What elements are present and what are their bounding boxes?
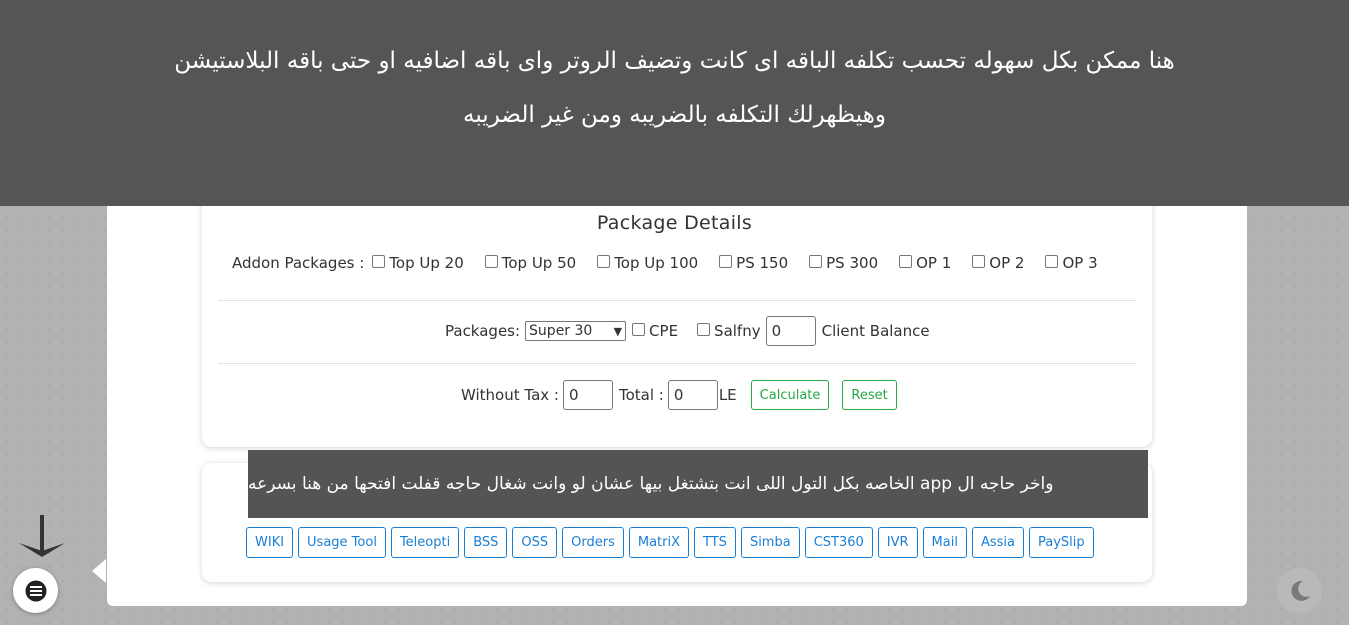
addon-op-1[interactable]: OP 1 (899, 254, 951, 272)
help-banner: هنا ممكن بكل سهوله تحسب تكلفه الباقه اى … (0, 0, 1349, 206)
tool-button-usage-tool[interactable]: Usage Tool (298, 527, 386, 558)
tool-button-simba[interactable]: Simba (740, 527, 800, 558)
cpe-label: CPE (649, 322, 679, 340)
tool-button-wiki[interactable]: WIKI (246, 527, 294, 558)
addon-ps-150[interactable]: PS 150 (719, 254, 788, 272)
tool-button-orders[interactable]: Orders (562, 527, 624, 558)
addon-top-up-20[interactable]: Top Up 20 (372, 254, 464, 272)
tool-button-assia[interactable]: Assia (971, 527, 1024, 558)
tool-button-payslip[interactable]: PaySlip (1028, 527, 1094, 558)
without-tax-input[interactable]: 0 (562, 380, 613, 410)
tools-row: WIKI Usage Tool Teleopti BSS OSS Orders … (246, 527, 1099, 558)
tool-button-matrix[interactable]: MatriX (628, 527, 690, 558)
tool-button-oss[interactable]: OSS (512, 527, 558, 558)
without-tax-label: Without Tax : (461, 386, 559, 404)
salfny-label: Salfny (714, 322, 761, 340)
tool-button-cst360[interactable]: CST360 (804, 527, 873, 558)
cpe-checkbox[interactable] (632, 322, 646, 336)
tools-tooltip: واخر حاجه ال app الخاصه بكل التول اللى ا… (248, 450, 1148, 518)
package-select[interactable]: Super 30 ▼ (525, 321, 627, 341)
theme-toggle-button[interactable] (1277, 568, 1322, 613)
client-balance-input[interactable]: 0 (765, 316, 816, 346)
tax-row: Without Tax : 0 Total : 0 LE Calculate R… (461, 380, 897, 410)
checkbox[interactable] (484, 254, 498, 268)
reset-button[interactable]: Reset (842, 380, 897, 410)
client-balance-label: Client Balance (821, 322, 930, 340)
currency-label: LE (718, 386, 737, 404)
addon-op-3[interactable]: OP 3 (1045, 254, 1098, 272)
menu-icon (25, 580, 46, 601)
checkbox[interactable] (899, 254, 913, 268)
checkbox[interactable] (719, 254, 733, 268)
addon-op-2[interactable]: OP 2 (972, 254, 1024, 272)
packages-label: Packages: (445, 322, 521, 340)
tooltip-pointer (92, 559, 106, 583)
tool-button-ivr[interactable]: IVR (877, 527, 918, 558)
checkbox[interactable] (809, 254, 823, 268)
checkbox[interactable] (372, 254, 386, 268)
total-input[interactable]: 0 (667, 380, 718, 410)
banner-line-1: هنا ممكن بكل سهوله تحسب تكلفه الباقه اى … (174, 48, 1175, 74)
calculate-button[interactable]: Calculate (750, 380, 830, 410)
addon-top-up-50[interactable]: Top Up 50 (484, 254, 576, 272)
tool-button-tts[interactable]: TTS (694, 527, 736, 558)
package-details-title: Package Details (596, 212, 753, 234)
addon-packages-row: Addon Packages : Top Up 20 Top Up 50 Top… (232, 254, 1098, 272)
menu-button[interactable] (13, 568, 58, 613)
addon-packages-label: Addon Packages : (232, 254, 365, 272)
addon-ps-300[interactable]: PS 300 (809, 254, 878, 272)
checkbox[interactable] (972, 254, 986, 268)
divider (218, 363, 1136, 364)
arrow-down-icon (19, 515, 65, 557)
addon-top-up-100[interactable]: Top Up 100 (597, 254, 698, 272)
total-label: Total : (618, 386, 664, 404)
chevron-down-icon: ▼ (613, 324, 623, 338)
tool-button-teleopti[interactable]: Teleopti (390, 527, 460, 558)
tool-button-bss[interactable]: BSS (464, 527, 508, 558)
banner-line-2: وهيظهرلك التكلفه بالضريبه ومن غير الضريب… (463, 102, 886, 128)
tool-button-mail[interactable]: Mail (922, 527, 967, 558)
packages-row: Packages: Super 30 ▼ CPE Salfny 0 Client… (445, 316, 930, 346)
checkbox[interactable] (1045, 254, 1059, 268)
checkbox[interactable] (597, 254, 611, 268)
moon-icon (1290, 580, 1310, 601)
divider (218, 300, 1136, 301)
salfny-checkbox[interactable] (697, 322, 711, 336)
